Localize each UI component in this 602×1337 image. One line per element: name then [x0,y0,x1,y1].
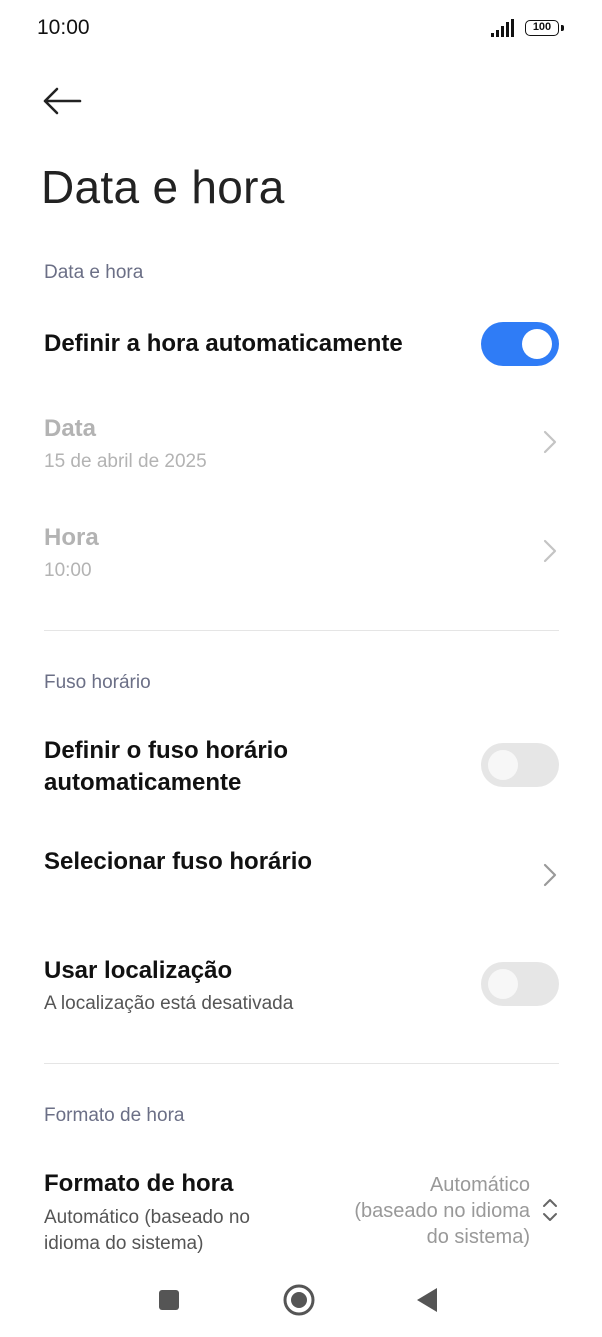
battery-icon: 100 [525,20,559,36]
page-title: Data e hora [41,161,285,213]
date-value: 15 de abril de 2025 [44,451,207,472]
time-label: Hora [44,524,99,551]
auto-timezone-row[interactable]: Definir o fuso horário automaticamente [0,725,602,805]
section-header-timezone: Fuso horário [44,672,151,693]
chevron-up-down-icon[interactable] [539,1196,561,1224]
chevron-right-icon [543,863,557,887]
chevron-right-icon [543,430,557,454]
time-format-value-line2: (baseado no idioma [354,1200,530,1222]
toggle-knob [488,750,518,780]
section-header-time-format: Formato de hora [44,1105,185,1126]
recents-square-icon[interactable] [157,1288,181,1312]
time-format-value-line3: do sistema) [426,1226,530,1248]
use-location-row[interactable]: Usar localização A localização está desa… [0,945,602,1030]
arrow-left-icon[interactable] [42,85,82,117]
time-format-subtitle-line1: Automático (baseado no [44,1207,250,1228]
time-value: 10:00 [44,560,92,581]
signal-icon [491,19,514,37]
divider [44,1063,559,1064]
status-time: 10:00 [37,16,90,39]
auto-time-toggle[interactable] [481,322,559,366]
home-circle-icon[interactable] [282,1283,316,1317]
select-timezone-row[interactable]: Selecionar fuso horário [0,835,602,915]
time-format-label: Formato de hora [44,1170,234,1197]
auto-timezone-label-line1: Definir o fuso horário [44,737,289,764]
toggle-knob [522,329,552,359]
auto-time-label: Definir a hora automaticamente [44,330,403,357]
back-triangle-icon[interactable] [414,1286,440,1314]
time-format-subtitle-line2: idioma do sistema) [44,1233,204,1254]
use-location-label: Usar localização [44,957,233,984]
time-row[interactable]: Hora 10:00 [0,510,602,600]
chevron-right-icon [543,539,557,563]
auto-timezone-label-line2: automaticamente [44,769,242,796]
use-location-subtitle: A localização está desativada [44,993,294,1014]
date-row[interactable]: Data 15 de abril de 2025 [0,400,602,490]
toggle-knob [488,969,518,999]
section-header-date-time: Data e hora [44,262,144,283]
time-format-value-line1: Automático [429,1174,530,1196]
time-format-value[interactable]: Automático (baseado no idioma do sistema… [330,1172,530,1250]
auto-timezone-toggle[interactable] [481,743,559,787]
battery-tip [561,25,564,31]
divider [44,630,559,631]
use-location-toggle[interactable] [481,962,559,1006]
auto-time-row[interactable]: Definir a hora automaticamente [0,310,602,380]
date-label: Data [44,415,97,442]
select-timezone-label: Selecionar fuso horário [44,848,313,875]
